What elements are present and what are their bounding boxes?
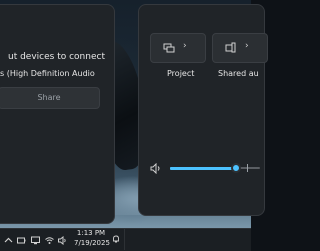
- volume-slider-thumb[interactable]: [231, 163, 241, 173]
- shared-audio-tile-button[interactable]: ›: [212, 33, 268, 63]
- taskbar: [0, 228, 251, 251]
- chevron-up-icon[interactable]: [4, 236, 13, 245]
- cast-device-item[interactable]: s (High Definition Audio: [0, 69, 95, 78]
- share-button[interactable]: Share: [0, 87, 100, 109]
- chevron-right-icon[interactable]: ›: [183, 41, 187, 51]
- battery-icon[interactable]: [17, 236, 26, 245]
- nearby-share-icon: [225, 42, 236, 53]
- cast-panel-title: ut devices to connect: [8, 52, 105, 62]
- project-tile-label: Project: [167, 69, 195, 78]
- taskbar-clock-time[interactable]: 1:13 PM: [76, 229, 106, 237]
- volume-icon[interactable]: [58, 236, 67, 245]
- shared-audio-tile-label: Shared au: [218, 69, 259, 78]
- project-icon: [163, 43, 175, 53]
- notification-bell-icon[interactable]: [112, 235, 120, 243]
- audio-output-selector-edge[interactable]: [247, 164, 254, 172]
- volume-slider-fill: [170, 167, 236, 170]
- wifi-icon[interactable]: [45, 236, 54, 245]
- speaker-icon[interactable]: [150, 163, 162, 174]
- project-tile-button[interactable]: ›: [150, 33, 206, 63]
- cast-panel: [0, 4, 115, 224]
- monitor-icon[interactable]: [31, 236, 40, 245]
- taskbar-clock-date[interactable]: 7/19/2025: [74, 239, 110, 247]
- taskbar-divider: [124, 228, 125, 250]
- chevron-right-icon[interactable]: ›: [245, 41, 249, 51]
